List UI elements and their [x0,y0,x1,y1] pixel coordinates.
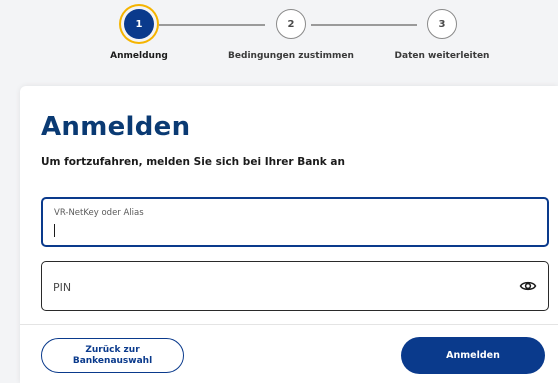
step-3-indicator: 3 [427,9,457,39]
step-3-label: Daten weiterleiten [394,51,490,61]
back-to-bank-selection-button[interactable]: Zurück zur Bankenauswahl [41,338,184,373]
login-button[interactable]: Anmelden [401,337,545,374]
back-button-label: Zurück zur Bankenauswahl [72,344,153,366]
login-card: Anmelden Um fortzufahren, melden Sie sic… [20,86,558,383]
step-connector [311,24,417,26]
progress-stepper: 1 2 3 Anmeldung Bedingungen zustimmen Da… [0,0,558,80]
step-2-indicator: 2 [276,9,306,39]
pin-field[interactable] [41,261,549,311]
pin-input[interactable] [53,278,473,296]
netkey-field-label: VR-NetKey oder Alias [54,208,144,218]
netkey-field[interactable]: VR-NetKey oder Alias [41,197,549,247]
login-instructions: Um fortzufahren, melden Sie sich bei Ihr… [41,156,345,168]
step-1-label: Anmeldung [110,51,168,61]
text-caret [54,224,55,237]
footer-divider [20,324,558,325]
page-title: Anmelden [41,112,191,142]
step-1-indicator: 1 [124,9,154,39]
step-2-label: Bedingungen zustimmen [228,51,354,61]
eye-icon[interactable] [519,278,537,294]
step-connector [159,24,265,26]
